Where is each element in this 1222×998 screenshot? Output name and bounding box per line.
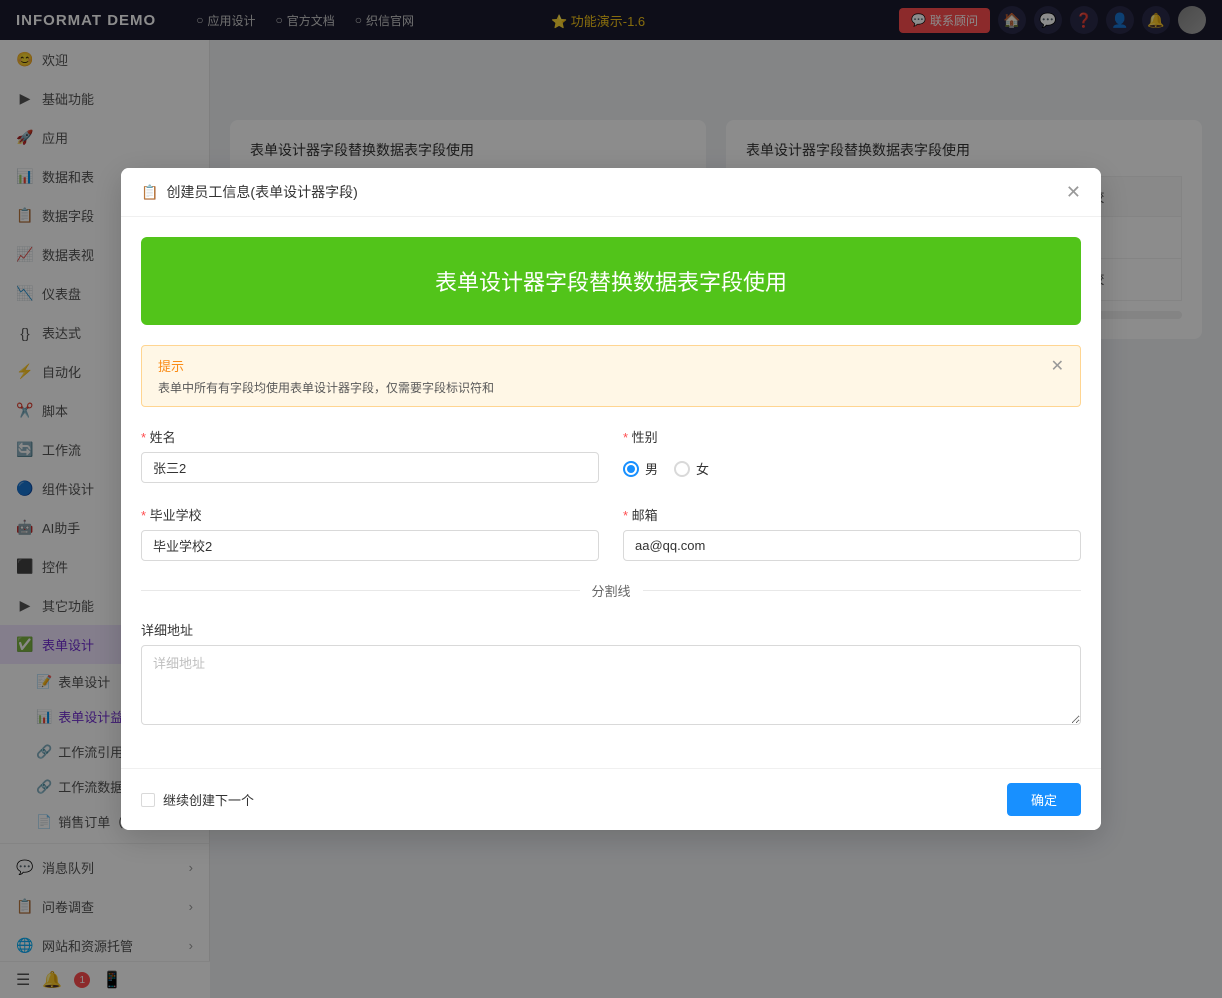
tip-close-button[interactable]: ✕ xyxy=(1051,356,1064,376)
radio-male[interactable]: 男 xyxy=(623,459,658,478)
continue-create-label: 继续创建下一个 xyxy=(163,790,254,809)
school-label: 毕业学校 xyxy=(141,505,599,524)
form-item-email: 邮箱 xyxy=(623,505,1081,561)
divider-line-left xyxy=(141,590,580,591)
form-row-1: 姓名 性别 男 女 xyxy=(141,427,1081,485)
gender-radio-group: 男 女 xyxy=(623,452,1081,485)
form-item-school: 毕业学校 xyxy=(141,505,599,561)
modal-title-icon: 📋 xyxy=(141,184,158,201)
modal-body: 表单设计器字段替换数据表字段使用 提示 表单中所有有字段均使用表单设计器字段，仅… xyxy=(121,217,1101,768)
tip-content: 表单中所有有字段均使用表单设计器字段，仅需要字段标识符和 xyxy=(158,379,494,396)
modal-banner-text: 表单设计器字段替换数据表字段使用 xyxy=(169,265,1053,297)
radio-female-dot xyxy=(674,461,690,477)
school-input[interactable] xyxy=(141,530,599,561)
form-item-gender: 性别 男 女 xyxy=(623,427,1081,485)
modal-close-button[interactable]: ✕ xyxy=(1066,183,1081,201)
tip-title: 提示 xyxy=(158,356,494,375)
address-textarea[interactable] xyxy=(141,645,1081,725)
modal-header: 📋 创建员工信息(表单设计器字段) ✕ xyxy=(121,168,1101,217)
email-label: 邮箱 xyxy=(623,505,1081,524)
radio-male-dot xyxy=(623,461,639,477)
divider-row: 分割线 xyxy=(141,581,1081,600)
gender-label: 性别 xyxy=(623,427,1081,446)
divider-label: 分割线 xyxy=(592,581,631,600)
divider-line-right xyxy=(643,590,1082,591)
form-item-name: 姓名 xyxy=(141,427,599,485)
modal-footer: 继续创建下一个 确定 xyxy=(121,768,1101,830)
create-employee-modal: 📋 创建员工信息(表单设计器字段) ✕ 表单设计器字段替换数据表字段使用 提示 … xyxy=(121,168,1101,830)
modal-banner: 表单设计器字段替换数据表字段使用 xyxy=(141,237,1081,325)
continue-create-row: 继续创建下一个 xyxy=(141,790,254,809)
form-row-address: 详细地址 xyxy=(141,620,1081,728)
modal-title: 📋 创建员工信息(表单设计器字段) xyxy=(141,182,358,202)
radio-female[interactable]: 女 xyxy=(674,459,709,478)
continue-create-checkbox[interactable] xyxy=(141,793,155,807)
form-item-address: 详细地址 xyxy=(141,620,1081,728)
name-input[interactable] xyxy=(141,452,599,483)
name-label: 姓名 xyxy=(141,427,599,446)
address-label: 详细地址 xyxy=(141,620,1081,639)
confirm-button[interactable]: 确定 xyxy=(1007,783,1081,816)
tip-box: 提示 表单中所有有字段均使用表单设计器字段，仅需要字段标识符和 ✕ xyxy=(141,345,1081,407)
email-input[interactable] xyxy=(623,530,1081,561)
form-row-2: 毕业学校 邮箱 xyxy=(141,505,1081,561)
